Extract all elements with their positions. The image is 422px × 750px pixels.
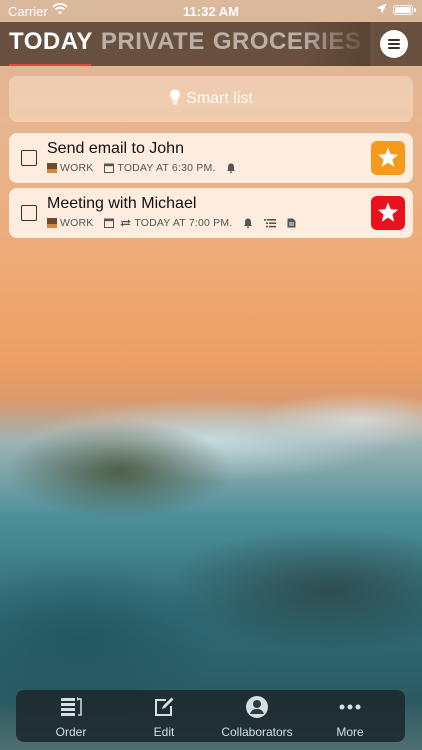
- collaborators-icon: [245, 695, 269, 719]
- more-label: More: [336, 725, 364, 739]
- hamburger-icon: [388, 39, 400, 41]
- star-icon: [378, 147, 398, 167]
- task-row[interactable]: Meeting with Michael WORK TODAY AT 7:00 …: [9, 188, 413, 238]
- edit-icon: [152, 695, 176, 719]
- clock: 11:32 AM: [183, 4, 239, 19]
- task-meta: WORK TODAY AT 7:00 PM.: [47, 217, 299, 231]
- subtasks-icon: [264, 218, 277, 231]
- priority-star-button[interactable]: [371, 141, 405, 175]
- edit-label: Edit: [153, 725, 175, 739]
- task-title: Send email to John: [47, 140, 184, 157]
- note-icon: [287, 218, 296, 231]
- task-checkbox[interactable]: [21, 205, 37, 221]
- list-thumbnail-icon: [47, 163, 57, 176]
- task-due: TODAY AT 7:00 PM.: [134, 217, 233, 229]
- order-icon: [59, 695, 83, 719]
- tab-today[interactable]: TODAY: [9, 28, 93, 56]
- bottom-toolbar: Order Edit Collaborators More: [16, 690, 405, 742]
- priority-star-button[interactable]: [371, 196, 405, 230]
- collaborators-label: Collaborators: [221, 725, 293, 739]
- task-due: TODAY AT 6:30 PM.: [117, 162, 216, 174]
- star-icon: [378, 202, 398, 222]
- status-bar: Carrier 11:32 AM: [0, 0, 422, 22]
- task-list-name: WORK: [60, 217, 94, 229]
- collaborators-button[interactable]: Collaborators: [209, 690, 305, 742]
- task-title: Meeting with Michael: [47, 195, 197, 212]
- task-checkbox[interactable]: [21, 150, 37, 166]
- order-label: Order: [55, 725, 87, 739]
- location-icon: [376, 3, 387, 18]
- more-button[interactable]: More: [302, 690, 398, 742]
- task-meta: WORK TODAY AT 6:30 PM.: [47, 162, 239, 176]
- active-tab-indicator: [9, 64, 91, 66]
- tab-private[interactable]: PRIVATE: [101, 28, 205, 56]
- edit-button[interactable]: Edit: [116, 690, 212, 742]
- smart-list-label: Smart list: [186, 90, 253, 107]
- task-row[interactable]: Send email to John WORK TODAY AT 6:30 PM…: [9, 133, 413, 183]
- calendar-icon: [104, 218, 115, 231]
- repeat-icon: [120, 218, 131, 231]
- battery-icon: [393, 5, 416, 15]
- smart-list-button[interactable]: Smart list: [9, 76, 413, 122]
- bell-icon: [243, 218, 253, 231]
- more-icon: [338, 695, 362, 719]
- menu-button[interactable]: [380, 30, 408, 58]
- calendar-icon: [104, 163, 115, 176]
- lightbulb-icon: [169, 78, 181, 105]
- tabs-fade: [300, 22, 370, 66]
- order-button[interactable]: Order: [23, 690, 119, 742]
- list-thumbnail-icon: [47, 218, 57, 231]
- list-tabs-header: TODAY PRIVATE GROCERIES: [0, 22, 422, 66]
- task-list-name: WORK: [60, 162, 94, 174]
- bell-icon: [226, 163, 236, 176]
